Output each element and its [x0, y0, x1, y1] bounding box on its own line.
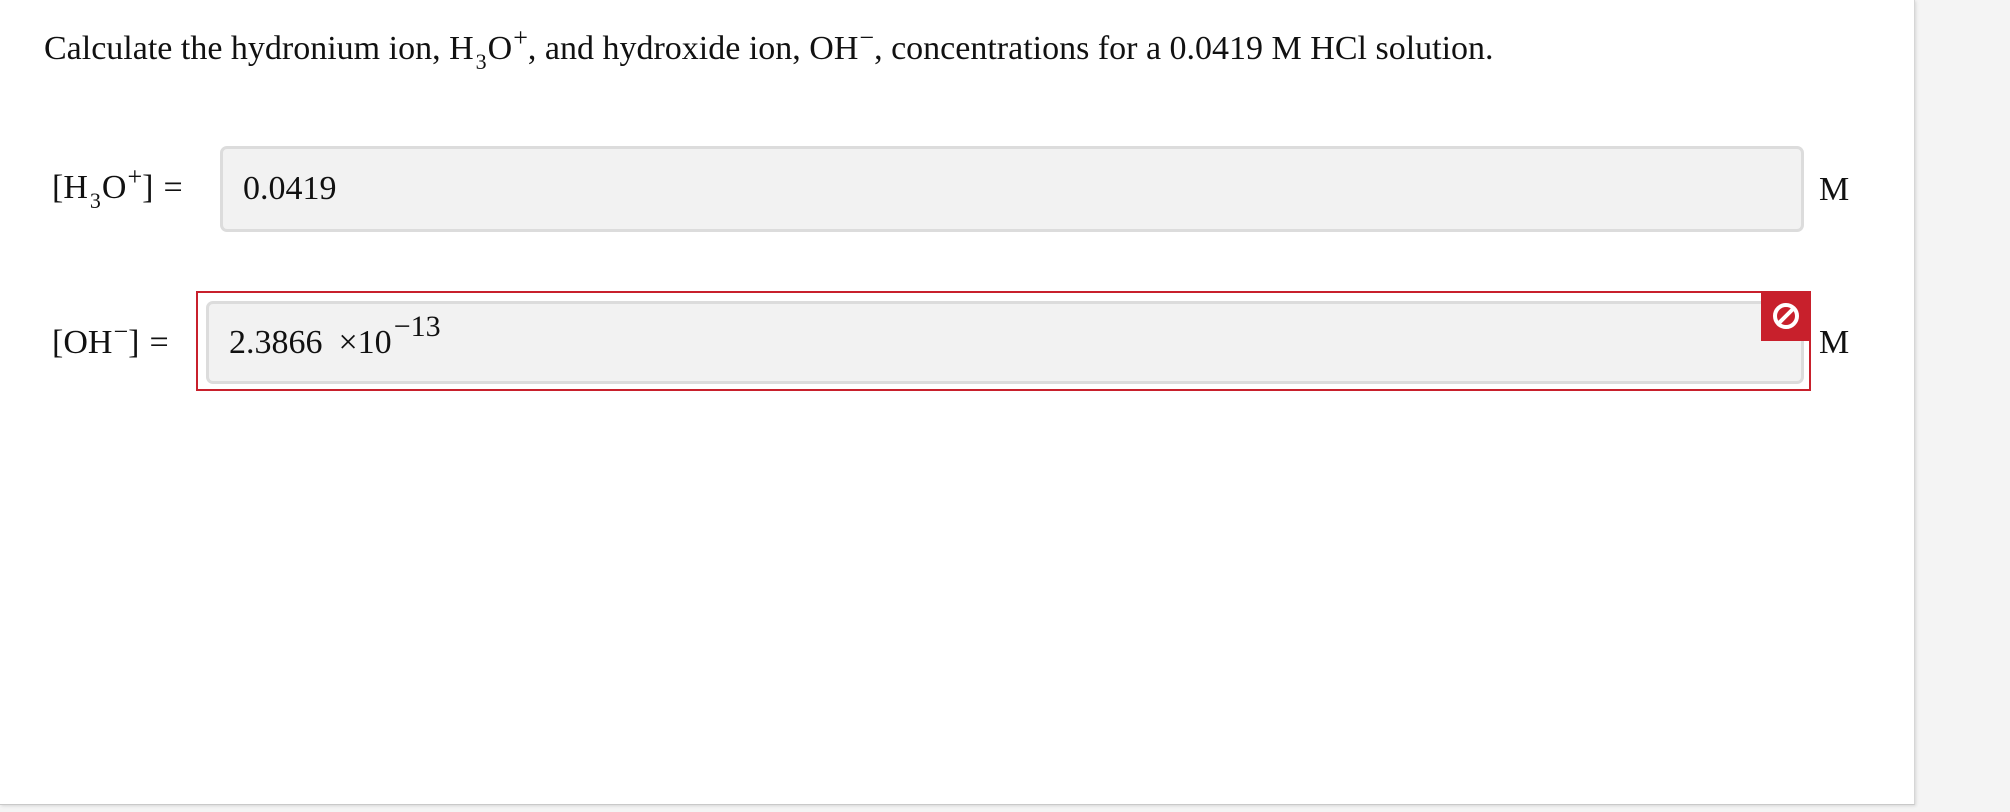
- hydroxide-formula: OH−: [809, 23, 875, 67]
- prohibited-icon: [1773, 303, 1799, 329]
- question-card: Calculate the hydronium ion, H3O+, and h…: [0, 0, 1915, 805]
- hydronium-label: [H3O+] =: [52, 162, 183, 213]
- hydroxide-unit: M: [1819, 324, 1850, 361]
- hydroxide-input[interactable]: 2.3866 ×10 −13: [206, 301, 1804, 384]
- times-ten: ×10: [338, 323, 392, 361]
- hydronium-value: 0.0419: [243, 170, 337, 207]
- incorrect-badge: [1761, 291, 1811, 341]
- hydroxide-label: [OH−] =: [52, 317, 169, 361]
- hydroxide-error-frame: 2.3866 ×10 −13: [196, 291, 1811, 391]
- hydroxide-exponent: −13: [393, 309, 441, 343]
- hydronium-input[interactable]: 0.0419: [220, 146, 1804, 232]
- hydronium-unit: M: [1819, 171, 1850, 208]
- question-text: Calculate the hydronium ion, H3O+, and h…: [44, 23, 1494, 74]
- hydronium-formula: H3O+: [449, 23, 528, 74]
- hydroxide-mantissa: 2.3866: [229, 323, 323, 361]
